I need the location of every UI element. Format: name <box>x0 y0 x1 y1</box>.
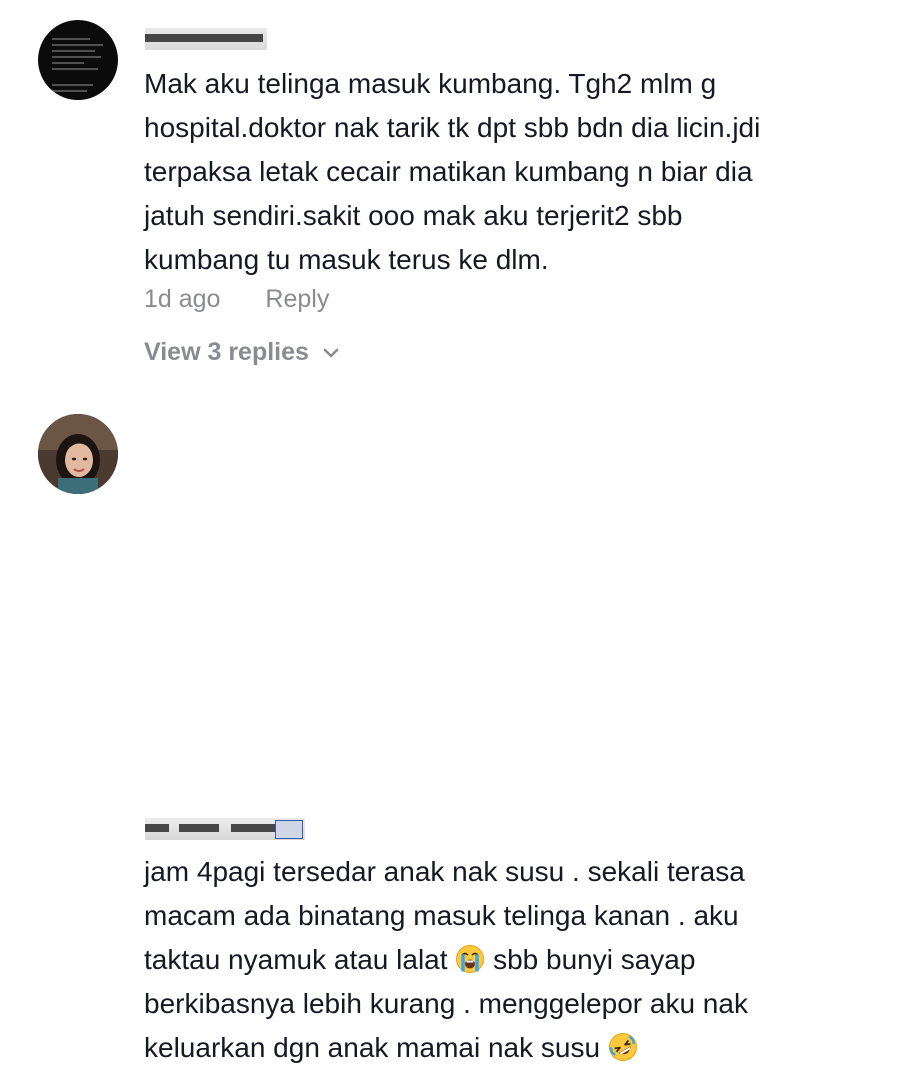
comment-item: jam 4pagi tersedar anak nak susu . sekal… <box>0 396 900 1063</box>
username-redacted <box>145 818 305 840</box>
reply-button[interactable]: Reply <box>265 285 329 313</box>
comment-text: jam 4pagi tersedar anak nak susu . sekal… <box>144 850 748 1070</box>
avatar-image <box>52 38 106 96</box>
comment-meta: 1d ago Reply <box>144 285 329 314</box>
avatar[interactable] <box>38 20 118 100</box>
avatar-image <box>38 414 118 494</box>
comment-text: Mak aku telinga masuk kumbang. Tgh2 mlm … <box>144 68 761 275</box>
view-replies-button[interactable]: View 3 replies <box>144 338 340 367</box>
chevron-down-icon <box>323 349 339 358</box>
flag-icon <box>275 820 303 839</box>
comment-timestamp: 1d ago <box>144 285 221 313</box>
loudly-crying-face-icon <box>455 943 485 973</box>
username-redacted <box>145 28 267 50</box>
avatar[interactable] <box>38 414 118 494</box>
comment-item: Mak aku telinga masuk kumbang. Tgh2 mlm … <box>0 0 900 390</box>
view-replies-label: View 3 replies <box>144 338 309 366</box>
rolling-on-floor-laughing-icon <box>608 1031 638 1061</box>
